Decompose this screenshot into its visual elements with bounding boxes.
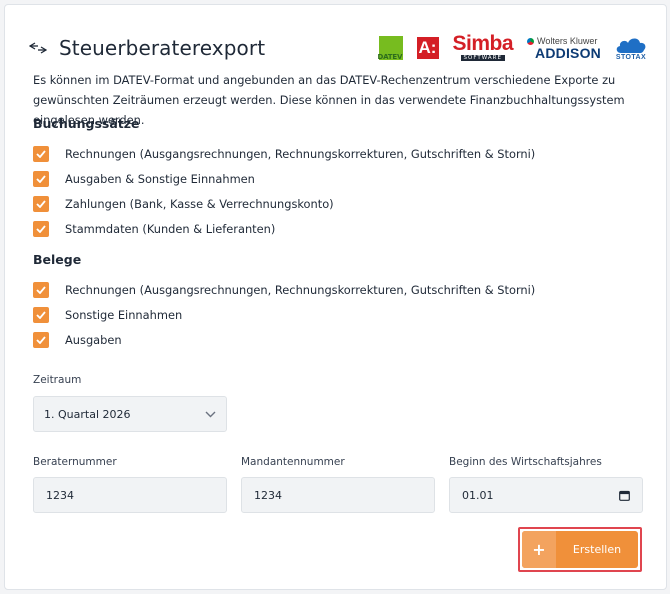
checkmark-icon [36, 175, 46, 183]
wirtschaftsjahr-label: Beginn des Wirtschaftsjahres [449, 456, 602, 468]
checkmark-icon [36, 200, 46, 208]
mandantennummer-input[interactable]: 1234 [241, 477, 435, 513]
section-buchungssaetze-title: Buchungssätze [33, 116, 140, 131]
checkbox-row-ausgaben-einnahmen[interactable]: Ausgaben & Sonstige Einnahmen [33, 170, 255, 188]
stotax-logo: STOTAX [615, 36, 647, 61]
beraternummer-label: Beraternummer [33, 456, 117, 468]
export-card: Steuerberaterexport DATEV A: Simba SOFTW… [4, 4, 667, 590]
a-logo: A: [416, 37, 439, 59]
checkbox-checked[interactable] [33, 332, 49, 348]
section-belege-title: Belege [33, 252, 82, 267]
checkbox-row-rechnungen[interactable]: Rechnungen (Ausgangsrechnungen, Rechnung… [33, 145, 535, 163]
partner-logos: DATEV A: Simba SOFTWARE Wolters Kluwer A… [365, 31, 648, 65]
swap-arrows-icon [29, 42, 47, 54]
checkbox-checked[interactable] [33, 146, 49, 162]
plus-icon: + [522, 531, 556, 568]
calendar-icon[interactable] [619, 490, 630, 501]
chevron-down-icon [205, 411, 216, 417]
addison-logo: Wolters Kluwer ADDISON [527, 36, 601, 60]
cloud-icon [616, 38, 646, 53]
beraternummer-input[interactable]: 1234 [33, 477, 227, 513]
create-button[interactable]: + Erstellen [522, 531, 638, 568]
checkbox-row-zahlungen[interactable]: Zahlungen (Bank, Kasse & Verrechnungskon… [33, 195, 334, 213]
wirtschaftsjahr-date-input[interactable]: 01.01 [449, 477, 643, 513]
checkbox-row-belege-einnahmen[interactable]: Sonstige Einnahmen [33, 306, 182, 324]
create-button-label: Erstellen [572, 543, 622, 556]
zeitraum-select[interactable]: 1. Quartal 2026 [33, 396, 227, 432]
zeitraum-label: Zeitraum [33, 374, 82, 386]
checkbox-row-belege-ausgaben[interactable]: Ausgaben [33, 331, 122, 349]
checkbox-row-stammdaten[interactable]: Stammdaten (Kunden & Lieferanten) [33, 220, 275, 238]
checkmark-icon [36, 311, 46, 319]
checkmark-icon [36, 336, 46, 344]
mandantennummer-label: Mandantennummer [241, 456, 345, 468]
checkbox-checked[interactable] [33, 221, 49, 237]
checkmark-icon [36, 225, 46, 233]
checkbox-checked[interactable] [33, 171, 49, 187]
zeitraum-value: 1. Quartal 2026 [44, 407, 131, 421]
checkmark-icon [36, 286, 46, 294]
simba-logo: Simba SOFTWARE [452, 32, 514, 61]
card-header: Steuerberaterexport DATEV A: Simba SOFTW… [29, 31, 647, 65]
checkbox-checked[interactable] [33, 282, 49, 298]
checkbox-checked[interactable] [33, 307, 49, 323]
wolters-kluwer-icon [527, 37, 535, 45]
datev-logo: DATEV [378, 36, 403, 61]
page-title: Steuerberaterexport [59, 36, 266, 60]
checkbox-row-belege-rechnungen[interactable]: Rechnungen (Ausgangsrechnungen, Rechnung… [33, 281, 535, 299]
checkmark-icon [36, 150, 46, 158]
checkbox-checked[interactable] [33, 196, 49, 212]
